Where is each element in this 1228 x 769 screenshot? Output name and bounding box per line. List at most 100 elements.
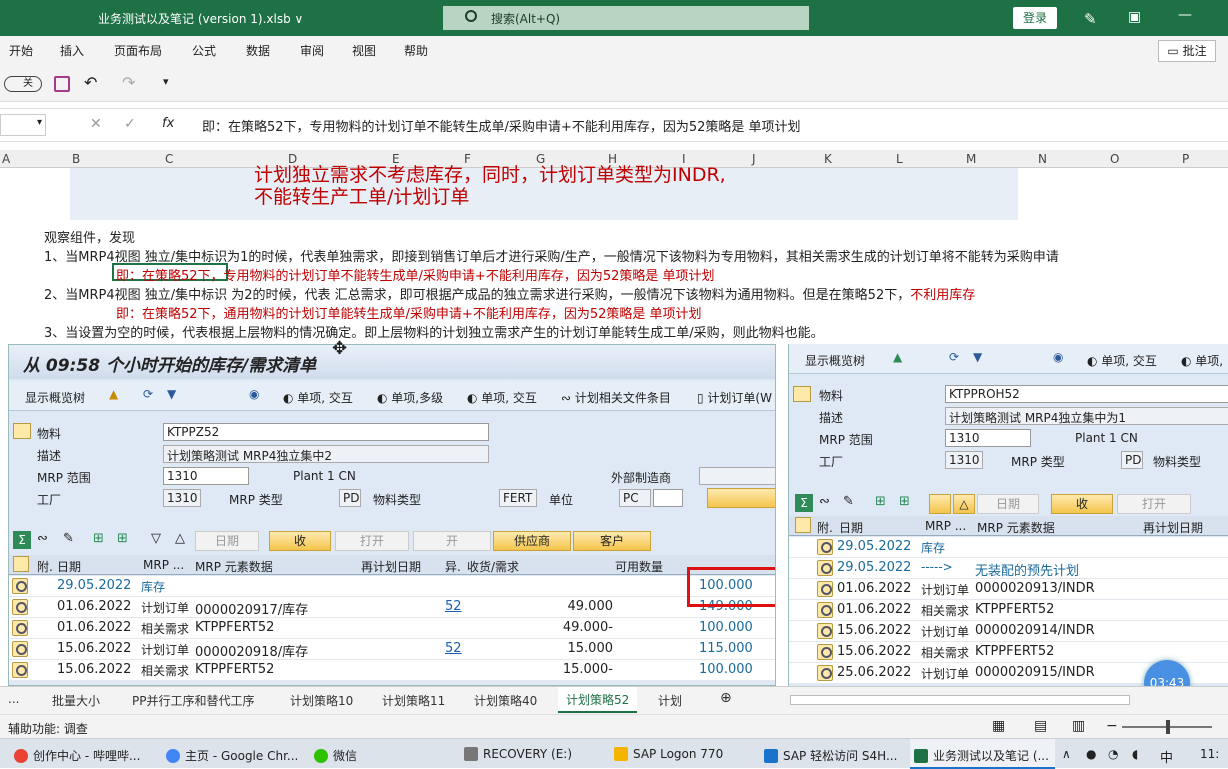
autosave-toggle[interactable]: 关: [4, 76, 42, 92]
menu-review[interactable]: 审阅: [300, 42, 324, 59]
single-multilevel-button[interactable]: ◐ 单项,多级: [377, 389, 443, 406]
right-sort-up-button[interactable]: △: [953, 494, 975, 514]
right-tree-icon[interactable]: ▲: [893, 350, 902, 364]
col-l[interactable]: L: [896, 152, 903, 166]
right-single-button[interactable]: ◐ 单项,: [1181, 352, 1223, 369]
right-eye-icon[interactable]: ◉: [1053, 350, 1063, 364]
right-table-row[interactable]: 01.06.2022 相关需求 KTPPFERT52: [789, 600, 1228, 621]
col-k[interactable]: K: [824, 152, 832, 166]
search-box[interactable]: 搜索(Alt+Q): [443, 6, 809, 30]
menu-help[interactable]: 帮助: [404, 42, 428, 59]
open2-button[interactable]: 开: [413, 531, 491, 551]
magnifier-icon[interactable]: [12, 578, 28, 594]
col-mrp-data[interactable]: MRP 元素数据: [195, 558, 273, 575]
table-row[interactable]: 15.06.2022 计划订单 0000020918/库存 52 15.000 115.0…: [9, 639, 775, 660]
tray-chevron-icon[interactable]: ∧: [1062, 747, 1071, 761]
right-table-row[interactable]: 15.06.2022 计划订单 0000020914/INDR: [789, 621, 1228, 642]
right-link-icon[interactable]: ∾: [819, 494, 830, 509]
chart-icon[interactable]: ▲: [109, 387, 118, 401]
magnifier-icon[interactable]: [12, 620, 28, 636]
zoom-out-icon[interactable]: −: [1106, 718, 1118, 734]
cancel-icon[interactable]: ✕: [90, 116, 102, 132]
accessibility-status[interactable]: 辅助功能: 调查: [8, 720, 88, 737]
menu-formulas[interactable]: 公式: [192, 42, 216, 59]
right-table-row[interactable]: 29.05.2022 -----> 无装配的预先计划: [789, 558, 1228, 579]
right-table-row[interactable]: 29.05.2022 库存: [789, 537, 1228, 558]
normal-view-icon[interactable]: ▦: [992, 718, 1005, 734]
col-o[interactable]: O: [1110, 152, 1119, 166]
tab-lot-size[interactable]: 批量大小: [52, 692, 100, 709]
tab-strategy11[interactable]: 计划策略11: [382, 692, 445, 709]
volume-icon[interactable]: ◖: [1132, 747, 1138, 761]
right-open-button[interactable]: 打开: [1117, 494, 1191, 514]
menu-page-layout[interactable]: 页面布局: [114, 42, 162, 59]
magnifier-icon[interactable]: [817, 539, 833, 555]
row-exception[interactable]: 52: [445, 599, 462, 614]
show-overview-tree-button[interactable]: 显示概览树: [25, 389, 85, 406]
unit-extra-field[interactable]: [653, 489, 683, 507]
tab-plan[interactable]: 计划: [658, 692, 682, 709]
task-wechat[interactable]: 微信: [314, 747, 357, 764]
task-chrome-home[interactable]: 主页 - Google Chr...: [166, 747, 298, 764]
col-m[interactable]: M: [966, 152, 976, 166]
right-material-field[interactable]: KTPPROH52: [945, 385, 1228, 403]
name-box[interactable]: ▾: [0, 114, 46, 136]
customize-icon[interactable]: ▾: [163, 75, 169, 88]
col-c[interactable]: C: [165, 152, 173, 166]
right-col-mrp-elem[interactable]: MRP ...: [925, 519, 966, 533]
right-receipts-button[interactable]: 收: [1051, 494, 1113, 514]
right-date-button[interactable]: 日期: [977, 494, 1039, 514]
right-refresh-icon[interactable]: ⟳: [949, 350, 959, 364]
login-button[interactable]: 登录: [1013, 7, 1057, 29]
menu-data[interactable]: 数据: [246, 42, 270, 59]
magnifier-icon[interactable]: [12, 599, 28, 615]
page-layout-view-icon[interactable]: ▤: [1034, 718, 1047, 734]
expand-icon[interactable]: ⊞: [93, 531, 104, 546]
redo-icon[interactable]: ↷: [122, 73, 135, 92]
tab-strategy40[interactable]: 计划策略40: [474, 692, 537, 709]
magnifier-icon[interactable]: [817, 560, 833, 576]
customer-button[interactable]: 客户: [573, 531, 651, 551]
page-break-view-icon[interactable]: ▥: [1072, 718, 1085, 734]
right-mrp-area-field[interactable]: 1310: [945, 429, 1031, 447]
edit-icon[interactable]: ✎: [63, 531, 74, 546]
clock[interactable]: 11:: [1200, 747, 1219, 761]
col-att[interactable]: 附.: [37, 558, 53, 575]
table-row[interactable]: 01.06.2022 计划订单 0000020917/库存 52 49.000 149.0…: [9, 597, 775, 618]
single-interactive-button[interactable]: ◐ 单项, 交互: [283, 389, 353, 406]
sort-down-icon[interactable]: ▽: [151, 531, 161, 546]
task-recovery[interactable]: RECOVERY (E:): [464, 747, 572, 761]
right-col-att[interactable]: 附.: [817, 519, 833, 536]
ime-indicator[interactable]: 中: [1160, 747, 1173, 766]
link-icon[interactable]: ∾: [37, 531, 48, 546]
right-col-date[interactable]: 日期: [839, 519, 863, 536]
right-edit-icon[interactable]: ✎: [843, 494, 854, 509]
vendor-button[interactable]: 供应商: [493, 531, 571, 551]
filter-icon[interactable]: ▼: [167, 387, 176, 401]
horizontal-scrollbar[interactable]: [790, 695, 1130, 705]
col-n[interactable]: N: [1038, 152, 1047, 166]
collapse-icon[interactable]: ⊞: [117, 531, 128, 546]
ribbon-display-icon[interactable]: ▣: [1128, 9, 1141, 25]
right-table-row[interactable]: 01.06.2022 计划订单 0000020913/INDR: [789, 579, 1228, 600]
material-field[interactable]: KTPPZ52: [163, 423, 489, 441]
table-row[interactable]: 29.05.2022 库存 100.000: [9, 576, 775, 597]
right-sum-icon[interactable]: Σ: [795, 494, 813, 512]
zoom-slider-thumb[interactable]: [1166, 720, 1170, 734]
mrp-area-field[interactable]: 1310: [163, 467, 249, 485]
right-col-reschedule[interactable]: 再计划日期: [1143, 519, 1203, 536]
task-excel[interactable]: 业务测试以及笔记 (...: [910, 739, 1055, 769]
magnifier-icon[interactable]: [817, 623, 833, 639]
add-sheet-icon[interactable]: ⊕: [720, 690, 732, 706]
mic-icon[interactable]: ●: [1086, 747, 1096, 761]
tab-ellipsis[interactable]: ...: [8, 692, 19, 706]
eye-icon[interactable]: ◉: [249, 387, 259, 401]
formula-content[interactable]: 即：在策略52下，专用物料的计划订单不能转生成单/采购申请+不能利用库存，因为5…: [202, 116, 801, 135]
tab-pp-parallel[interactable]: PP并行工序和替代工序: [132, 692, 254, 709]
menu-insert[interactable]: 插入: [60, 42, 84, 59]
col-receipt-req[interactable]: 收货/需求: [467, 558, 519, 575]
col-b[interactable]: B: [72, 152, 80, 166]
enter-icon[interactable]: ✓: [124, 116, 136, 132]
sum-icon[interactable]: Σ: [13, 531, 31, 549]
tab-strategy10[interactable]: 计划策略10: [290, 692, 353, 709]
